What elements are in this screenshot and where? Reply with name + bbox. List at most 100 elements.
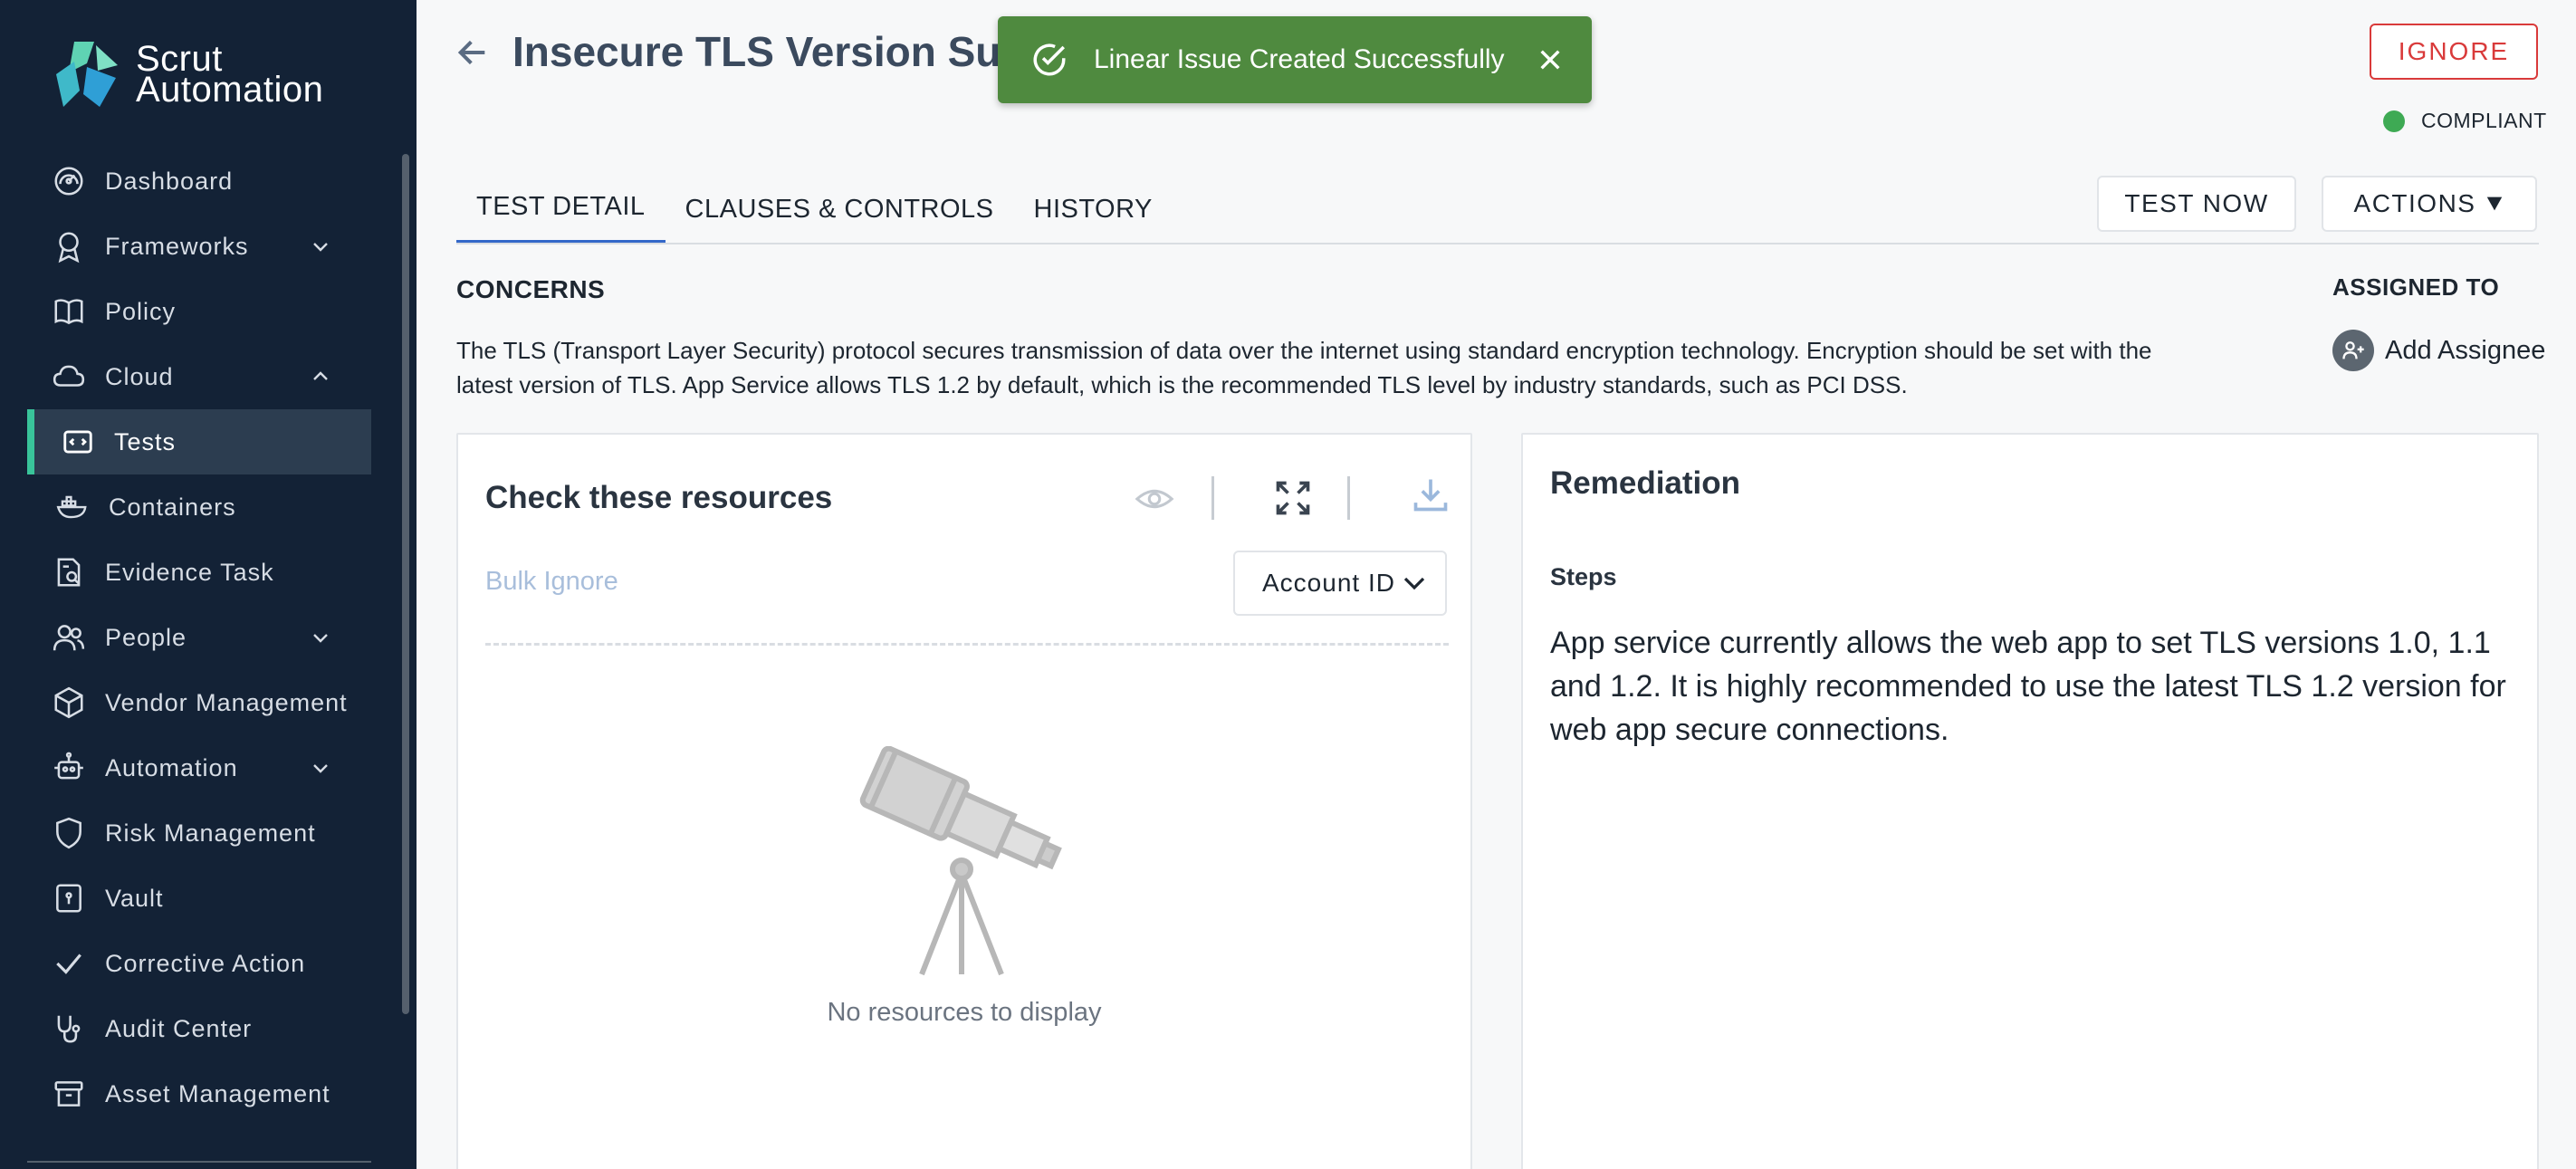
sidebar-item-label: Asset Management: [105, 1079, 330, 1107]
actions-label: ACTIONS: [2353, 189, 2476, 217]
frameworks-icon: [51, 228, 87, 264]
ignore-button[interactable]: IGNORE: [2370, 24, 2538, 80]
toolbar-separator: [1347, 476, 1350, 520]
status-dot: [2383, 110, 2405, 132]
page-title: Insecure TLS Version Suppo: [512, 28, 1020, 75]
dashboard-icon: [51, 163, 87, 199]
sidebar-item-audit-center[interactable]: Audit Center: [27, 996, 371, 1061]
sidebar-item-label: Automation: [105, 753, 238, 781]
chevron-down-icon: [313, 634, 328, 643]
tab-test-detail[interactable]: TEST DETAIL: [456, 174, 666, 244]
sidebar-item-policy[interactable]: Policy: [27, 279, 371, 344]
sidebar-item-label: Policy: [105, 297, 177, 325]
add-assignee-label: Add Assignee: [2385, 335, 2546, 365]
sidebar-item-corrective-action[interactable]: Corrective Action: [27, 931, 371, 996]
caret-down-icon: [2487, 196, 2503, 211]
assigned-to-heading: ASSIGNED TO: [2332, 273, 2500, 301]
back-arrow-icon[interactable]: [455, 34, 491, 71]
download-icon[interactable]: [1411, 474, 1451, 514]
toolbar-separator: [1211, 476, 1214, 520]
vendor-icon: [51, 685, 87, 721]
tab-clauses-controls[interactable]: CLAUSES & CONTROLS: [666, 174, 1014, 244]
brand-line-2: Automation: [136, 70, 324, 110]
sidebar-item-label: Vendor Management: [105, 688, 348, 716]
sidebar-item-label: People: [105, 623, 187, 651]
close-icon[interactable]: [1536, 45, 1565, 74]
bulk-ignore-button[interactable]: Bulk Ignore: [485, 567, 618, 597]
sidebar-item-vault[interactable]: Vault: [27, 866, 371, 931]
eye-icon[interactable]: [1134, 478, 1175, 520]
sidebar-item-label: Frameworks: [105, 232, 249, 260]
sidebar-item-dashboard[interactable]: Dashboard: [27, 149, 371, 214]
shield-icon: [51, 815, 87, 851]
sidebar-item-label: Cloud: [105, 362, 174, 390]
automation-icon: [51, 750, 87, 786]
sidebar-item-automation[interactable]: Automation: [27, 735, 371, 800]
chevron-up-icon: [313, 371, 328, 380]
people-icon: [51, 619, 87, 656]
sidebar-nav: Dashboard Frameworks Policy Cloud Tests …: [27, 149, 371, 1126]
check-circle-icon: [1033, 43, 1066, 76]
add-user-icon: [2332, 330, 2374, 371]
sidebar-item-label: Tests: [114, 427, 177, 455]
remediation-heading: Remediation: [1550, 465, 1741, 501]
steps-heading: Steps: [1550, 563, 1617, 590]
sidebar-divider: [27, 1161, 371, 1163]
sidebar-item-risk-management[interactable]: Risk Management: [27, 800, 371, 866]
tab-bar: TEST DETAIL CLAUSES & CONTROLS HISTORY: [456, 174, 1173, 244]
test-now-button[interactable]: TEST NOW: [2097, 176, 2296, 232]
sidebar-scrollbar[interactable]: [402, 154, 409, 1014]
status-badge: COMPLIANT: [2383, 109, 2547, 133]
cloud-icon: [51, 359, 87, 395]
sidebar-item-label: Risk Management: [105, 819, 316, 847]
sidebar: Scrut Automation Dashboard Frameworks Po…: [0, 0, 417, 1169]
sidebar-item-label: Audit Center: [105, 1014, 253, 1042]
sidebar-item-label: Evidence Task: [105, 558, 274, 586]
chevron-down-icon: [1403, 577, 1425, 590]
account-id-select[interactable]: Account ID: [1233, 551, 1447, 616]
brand-logo[interactable]: Scrut Automation: [47, 38, 323, 110]
empty-state-message: No resources to display: [827, 998, 1102, 1027]
sidebar-item-label: Containers: [109, 493, 236, 521]
expand-icon[interactable]: [1273, 478, 1313, 518]
archive-icon: [51, 1076, 87, 1112]
success-toast: Linear Issue Created Successfully: [998, 16, 1592, 103]
concerns-text: The TLS (Transport Layer Security) proto…: [456, 337, 2152, 398]
add-assignee-button[interactable]: Add Assignee: [2332, 330, 2545, 371]
chevron-down-icon: [313, 243, 328, 252]
sidebar-item-label: Corrective Action: [105, 949, 306, 977]
steps-text: App service currently allows the web app…: [1550, 626, 2506, 747]
sidebar-item-label: Vault: [105, 884, 164, 912]
sidebar-item-vendor-management[interactable]: Vendor Management: [27, 670, 371, 735]
stethoscope-icon: [51, 1011, 87, 1047]
sidebar-item-people[interactable]: People: [27, 605, 371, 670]
tests-icon: [60, 424, 96, 460]
tab-history[interactable]: HISTORY: [1014, 174, 1173, 244]
concerns-heading: CONCERNS: [456, 275, 606, 303]
sidebar-item-evidence-task[interactable]: Evidence Task: [27, 540, 371, 605]
remediation-panel: Remediation Steps App service currently …: [1521, 433, 2539, 1169]
evidence-icon: [51, 554, 87, 590]
containers-icon: [54, 489, 91, 525]
vault-icon: [51, 880, 87, 916]
telescope-icon: [859, 746, 1062, 976]
check-icon: [51, 945, 87, 982]
sidebar-item-asset-management[interactable]: Asset Management: [27, 1061, 371, 1126]
resources-panel: Check these resources Bulk Ignore Accoun…: [456, 433, 1472, 1169]
dashed-divider: [485, 643, 1449, 646]
actions-button[interactable]: ACTIONS: [2322, 176, 2537, 232]
sidebar-item-cloud[interactable]: Cloud: [27, 344, 371, 409]
sidebar-item-tests[interactable]: Tests: [27, 409, 371, 474]
toast-message: Linear Issue Created Successfully: [1094, 44, 1505, 74]
chevron-down-icon: [313, 764, 328, 773]
status-label: COMPLIANT: [2421, 109, 2547, 132]
main-content: Insecure TLS Version Suppo Linear Issue …: [417, 0, 2576, 1169]
sidebar-item-frameworks[interactable]: Frameworks: [27, 214, 371, 279]
policy-icon: [51, 293, 87, 330]
scrut-logo-icon: [56, 42, 118, 107]
sidebar-item-label: Dashboard: [105, 167, 234, 195]
sidebar-item-containers[interactable]: Containers: [27, 474, 371, 540]
resources-heading: Check these resources: [485, 480, 833, 515]
tab-divider: [456, 243, 2539, 244]
select-value: Account ID: [1262, 569, 1395, 597]
